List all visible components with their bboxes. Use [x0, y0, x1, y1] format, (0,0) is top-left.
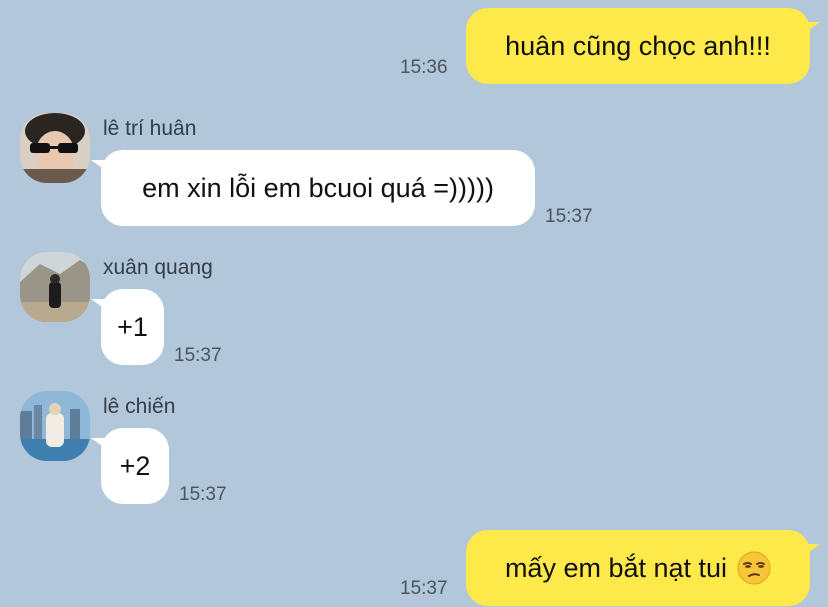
avatar-photo-huan[interactable] — [20, 113, 90, 183]
message-text: em xin lỗi em bcuoi quá =))))) — [142, 172, 494, 203]
message-bubble-incoming[interactable]: em xin lỗi em bcuoi quá =))))) — [101, 150, 535, 226]
bubble-tail — [91, 299, 105, 309]
message-text: mấy em bắt nạt tui — [504, 552, 728, 583]
unamused-face-emoji-icon — [737, 551, 771, 585]
message-timestamp: 15:37 — [400, 578, 448, 599]
message-text: +2 — [119, 450, 151, 481]
sender-name: lê trí huân — [103, 117, 197, 140]
avatar-photo-quang[interactable] — [20, 252, 90, 322]
message-text: huân cũng chọc anh!!! — [505, 30, 771, 61]
sender-name: lê chiến — [103, 395, 176, 418]
bubble-tail — [806, 22, 820, 32]
avatar-photo-chien[interactable] — [20, 391, 90, 461]
message-bubble-incoming[interactable]: +1 — [101, 289, 164, 365]
sender-name: xuân quang — [103, 256, 213, 279]
message-timestamp: 15:37 — [545, 206, 593, 227]
message-bubble-incoming[interactable]: +2 — [101, 428, 169, 504]
bubble-tail — [91, 160, 105, 170]
bubble-tail — [806, 544, 820, 554]
message-text: +1 — [117, 311, 148, 342]
message-timestamp: 15:37 — [174, 345, 222, 366]
message-timestamp: 15:36 — [400, 57, 448, 78]
message-bubble-outgoing[interactable]: huân cũng chọc anh!!! — [466, 8, 810, 84]
message-timestamp: 15:37 — [179, 484, 227, 505]
bubble-tail — [91, 438, 105, 448]
message-bubble-outgoing[interactable]: mấy em bắt nạt tui — [466, 530, 810, 606]
